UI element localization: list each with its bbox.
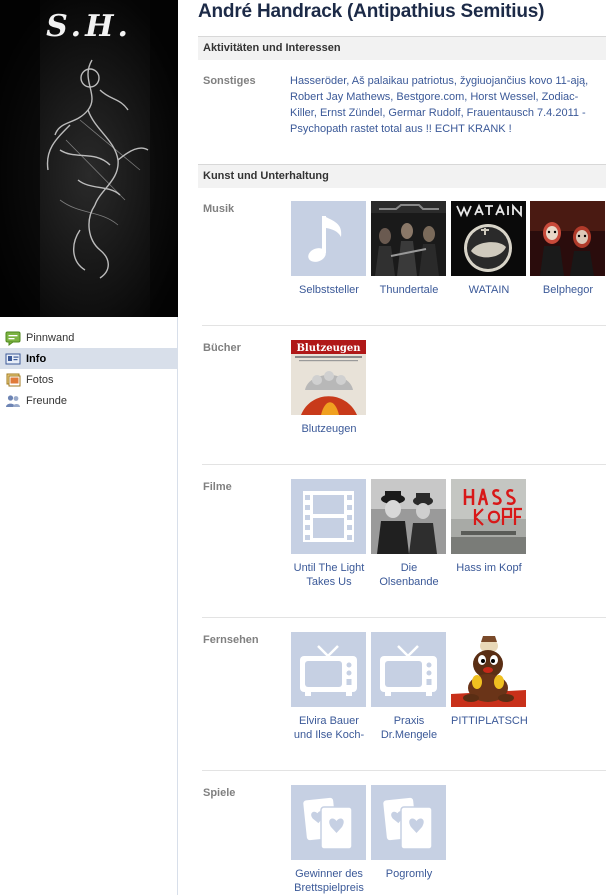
divider (202, 770, 606, 771)
film-strip-icon (291, 479, 366, 554)
profile-name: André Handrack (Antipathius Semitius) (198, 1, 545, 22)
nav-item-info[interactable]: Info (0, 348, 177, 369)
music-label: Musik (203, 203, 235, 215)
band-photo (530, 201, 605, 276)
music-note-icon (291, 201, 366, 276)
tv-item-elvira-bauer[interactable]: Elvira Bauer und Ilse Koch- (291, 632, 367, 742)
tv-item-label: Elvira Bauer und Ilse Koch- (293, 715, 365, 741)
tv-item-pittiplatsch[interactable]: PITTIPLATSCH (451, 632, 528, 728)
band-photo (371, 201, 446, 276)
nav-label-info: Info (26, 352, 47, 365)
game-item-label: Gewinner des Brettspielpreis (294, 868, 364, 894)
playing-cards-icon (291, 785, 366, 860)
profile-picture-art (0, 0, 178, 317)
sonstiges-text[interactable]: Hasseröder, Aš palaikau patriotus, žygiu… (290, 73, 602, 137)
book-item-label: Blutzeugen (301, 423, 357, 435)
divider (202, 325, 606, 326)
nav-item-freunde[interactable]: Freunde (0, 390, 177, 411)
film-item-label: Hass im Kopf (456, 562, 522, 574)
film-item-die-olsenbande[interactable]: Die Olsenbande (371, 479, 447, 589)
nav-label-pinnwand: Pinnwand (26, 331, 75, 344)
entertainment-heading: Kunst und Unterhaltung (198, 164, 606, 188)
tv-icon (291, 632, 366, 707)
nav-item-fotos[interactable]: Fotos (0, 369, 177, 390)
left-column: S.H. Pinnwand Info Fotos Freunde (0, 0, 178, 895)
music-item-watain[interactable]: WATAIN (451, 201, 527, 297)
photos-icon (5, 372, 21, 388)
film-item-label: Until The Light Takes Us (293, 562, 365, 588)
book-cover: Blutzeugen (291, 340, 366, 415)
movie-still (371, 479, 446, 554)
film-item-until-the-light[interactable]: Until The Light Takes Us (291, 479, 367, 589)
profile-nav: Pinnwand Info Fotos Freunde (0, 327, 177, 411)
puppet-photo (451, 632, 526, 707)
book-item-blutzeugen[interactable]: Blutzeugen Blutzeugen (291, 340, 367, 436)
tv-label: Fernsehen (203, 634, 259, 646)
games-label: Spiele (203, 787, 236, 799)
divider (202, 617, 606, 618)
activities-heading: Aktivitäten und Interessen (198, 36, 606, 60)
music-item-selbststeller[interactable]: Selbststeller (291, 201, 367, 297)
tv-item-label: PITTIPLATSCH (451, 715, 528, 727)
music-item-label: Thundertale (379, 284, 439, 296)
divider (202, 464, 606, 465)
film-item-label: Die Olsenbande (379, 562, 439, 588)
svg-text:Blutzeugen: Blutzeugen (296, 343, 361, 354)
films-label: Filme (203, 481, 232, 493)
game-item-label: Pogromly (385, 868, 433, 880)
playing-cards-icon (371, 785, 446, 860)
movie-poster (451, 479, 526, 554)
game-item-pogromly[interactable]: Pogromly (371, 785, 447, 881)
music-item-thundertale[interactable]: Thundertale (371, 201, 447, 297)
books-label: Bücher (203, 342, 241, 354)
logo-image (451, 201, 526, 276)
tv-item-praxis-dr-mengele[interactable]: Praxis Dr.Mengele (371, 632, 447, 742)
music-item-label: Belphegor (542, 284, 594, 296)
music-item-label: WATAIN (468, 284, 510, 296)
nav-label-freunde: Freunde (26, 394, 67, 407)
profile-picture[interactable]: S.H. (0, 0, 178, 317)
music-item-belphegor[interactable]: Belphegor (530, 201, 606, 297)
nav-item-pinnwand[interactable]: Pinnwand (0, 327, 177, 348)
friends-icon (5, 393, 21, 409)
music-item-label: Selbststeller (299, 284, 359, 296)
film-item-hass-im-kopf[interactable]: Hass im Kopf (451, 479, 527, 575)
tv-icon (371, 632, 446, 707)
profile-picture-initials: S.H. (46, 9, 132, 44)
game-item-gewinner[interactable]: Gewinner des Brettspielpreis (291, 785, 367, 895)
info-icon (5, 351, 21, 367)
nav-label-fotos: Fotos (26, 373, 54, 386)
sonstiges-label: Sonstiges (203, 75, 256, 87)
tv-item-label: Praxis Dr.Mengele (380, 715, 438, 741)
wall-icon (5, 330, 21, 346)
